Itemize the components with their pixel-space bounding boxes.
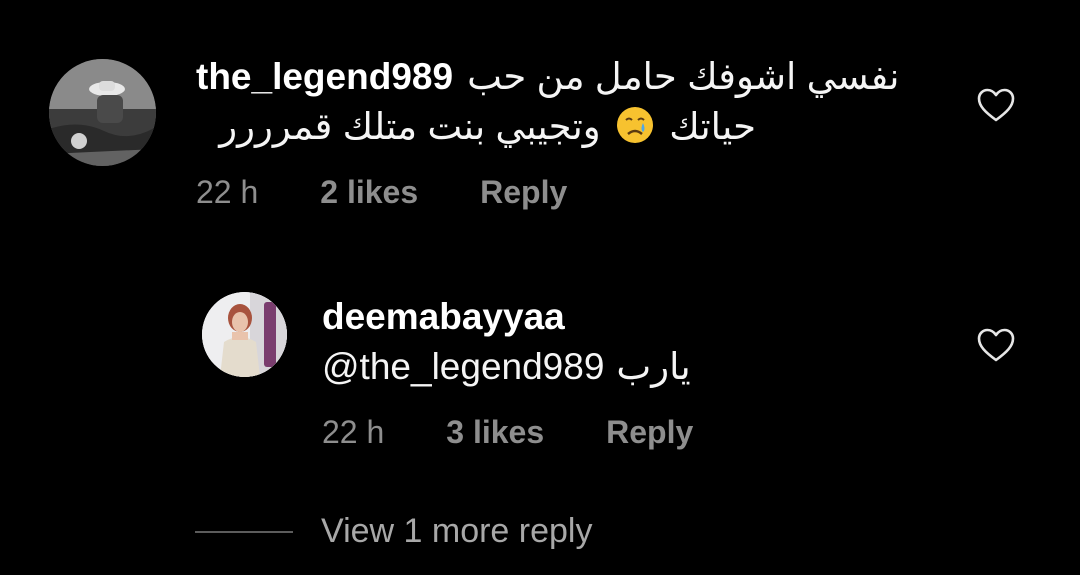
comment-text: حياتك [669,106,756,147]
comment-line-2: حياتك وتجيبي بنت متلك قمرررر [196,102,756,158]
comment-text: يارب [616,346,691,387]
likes-count[interactable]: 2 likes [320,174,418,211]
comment-line: @the_legend989 يارب [322,342,922,392]
crying-face-icon [615,105,655,158]
comment-text: وتجيبي بنت متلك قمرررر [219,106,601,147]
avatar-image [49,59,156,166]
comment-meta: 22 h 2 likes Reply [196,174,567,211]
reply-button[interactable]: Reply [480,174,567,211]
mention-link[interactable]: @the_legend989 [322,342,604,392]
view-more-replies-button[interactable]: View 1 more reply [195,512,593,551]
comment-body: deemabayyaa @the_legend989 يارب [322,292,922,392]
avatar[interactable] [49,59,156,166]
timestamp: 22 h [196,174,259,210]
avatar[interactable] [202,292,287,377]
divider-line [195,530,293,533]
comment-text: نفسي اشوفك حامل من حب [467,56,900,97]
heart-outline-icon[interactable] [977,88,1015,122]
view-more-replies-label: View 1 more reply [321,512,593,550]
reply-button[interactable]: Reply [606,414,693,451]
likes-count[interactable]: 3 likes [446,414,544,451]
heart-outline-icon[interactable] [977,328,1015,362]
timestamp: 22 h [322,414,385,450]
username[interactable]: deemabayyaa [322,292,922,342]
comment-line-1: the_legend989 نفسي اشوفك حامل من حب [196,52,916,102]
username[interactable]: the_legend989 [196,52,453,102]
avatar-image [202,292,287,377]
comment-body: the_legend989 نفسي اشوفك حامل من حب حيات… [196,52,916,158]
comment-meta: 22 h 3 likes Reply [322,414,693,451]
